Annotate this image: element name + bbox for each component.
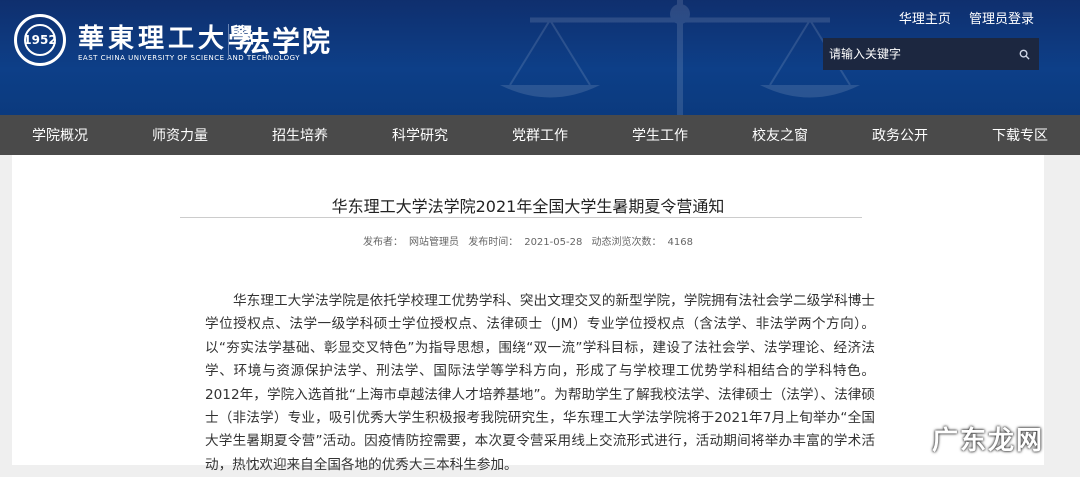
link-university-home[interactable]: 华理主页 (899, 12, 951, 27)
nav-admissions[interactable]: 招生培养 (240, 115, 360, 155)
nav-alumni[interactable]: 校友之窗 (720, 115, 840, 155)
logo-year: 1952 (23, 24, 57, 56)
time-value: 2021-05-28 (524, 237, 583, 248)
watermark: 广东龙网 (931, 426, 1044, 456)
nav-public-affairs[interactable]: 政务公开 (840, 115, 960, 155)
views-label: 动态浏览次数： (591, 237, 662, 248)
nav-party[interactable]: 党群工作 (480, 115, 600, 155)
site-header: 1952 華東理工大學 EAST CHINA UNIVERSITY OF SCI… (0, 0, 1080, 115)
title-divider (180, 217, 862, 218)
article-container: 华东理工大学法学院2021年全国大学生暑期夏令营通知 发布者： 网站管理员 发布时… (12, 155, 1044, 473)
time-label: 发布时间： (468, 237, 519, 248)
header-divider (228, 24, 229, 60)
search-box (823, 38, 1039, 70)
views-value: 4168 (667, 237, 693, 248)
article-meta: 发布者： 网站管理员 发布时间： 2021-05-28 动态浏览次数： 4168 (12, 233, 1044, 248)
link-admin-login[interactable]: 管理员登录 (969, 12, 1034, 27)
nav-downloads[interactable]: 下载专区 (960, 115, 1080, 155)
publisher-label: 发布者： (363, 237, 404, 248)
university-logo[interactable]: 1952 (14, 14, 66, 66)
nav-research[interactable]: 科学研究 (360, 115, 480, 155)
search-icon (1019, 49, 1030, 60)
publisher-value: 网站管理员 (409, 237, 460, 248)
nav-student-affairs[interactable]: 学生工作 (600, 115, 720, 155)
search-input[interactable] (823, 46, 1010, 62)
university-name-cn: 華東理工大學 (78, 24, 259, 54)
article-body: 华东理工大学法学院是依托学校理工优势学科、突出文理交叉的新型学院，学院拥有法社会… (205, 293, 875, 473)
article-title: 华东理工大学法学院2021年全国大学生暑期夏令营通知 (331, 197, 725, 216)
nav-faculty[interactable]: 师资力量 (120, 115, 240, 155)
nav-about[interactable]: 学院概况 (0, 115, 120, 155)
main-nav: 学院概况 师资力量 招生培养 科学研究 党群工作 学生工作 校友之窗 政务公开 … (0, 115, 1080, 155)
top-links: 华理主页 管理员登录 (885, 8, 1034, 27)
college-name: 法学院 (242, 25, 333, 58)
search-button[interactable] (1009, 38, 1039, 70)
